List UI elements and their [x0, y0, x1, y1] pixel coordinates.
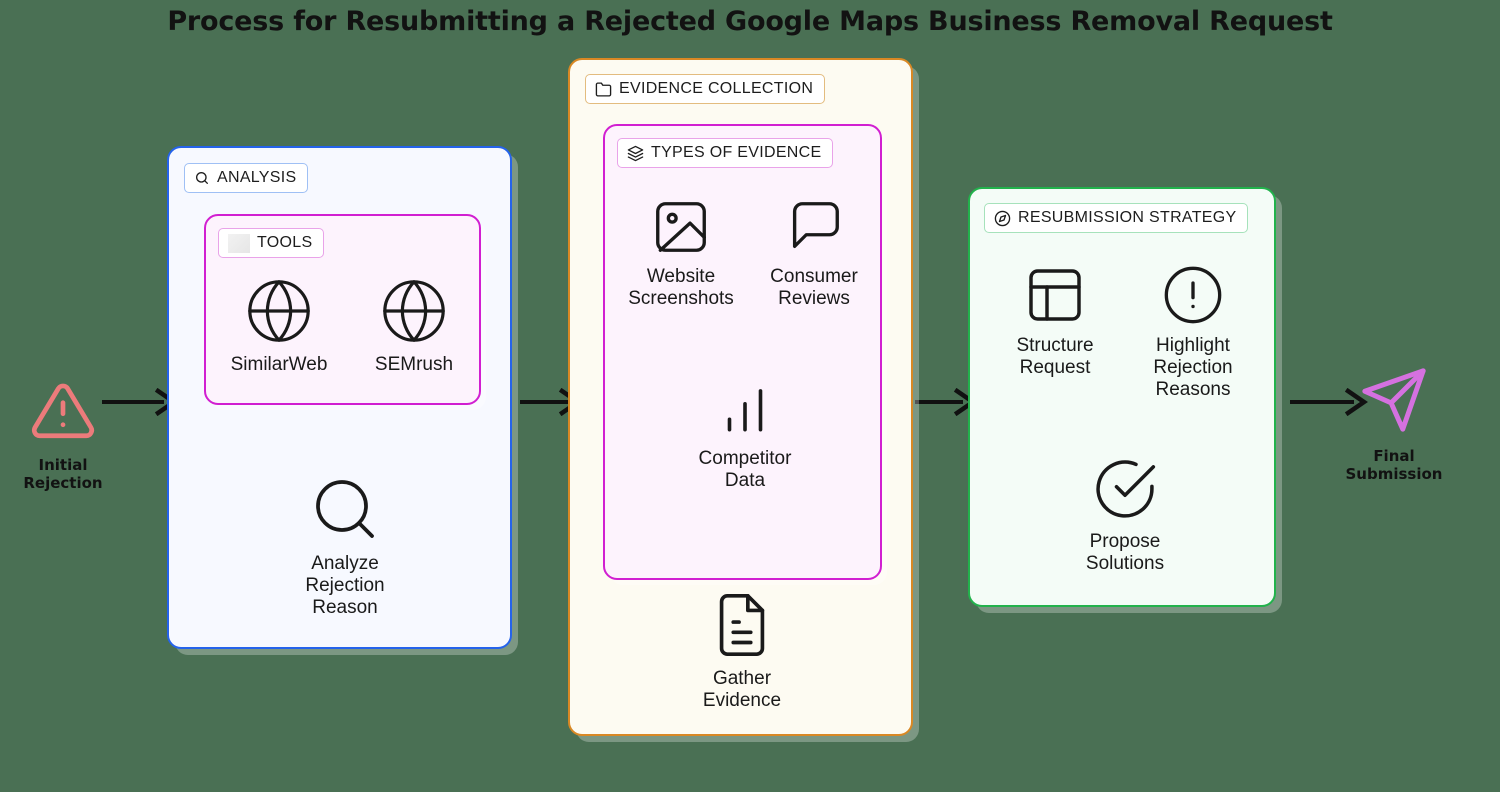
file-document-icon: [707, 590, 777, 660]
compass-icon: [994, 210, 1011, 227]
node-label: Propose Solutions: [1085, 531, 1165, 575]
send-paper-plane-icon: [1359, 365, 1429, 440]
node-label: Structure Request: [1016, 335, 1094, 379]
bar-chart-icon: [712, 378, 778, 440]
node-label: Initial Rejection: [23, 456, 103, 492]
node-final-submission[interactable]: Final Submission: [1338, 365, 1450, 483]
node-label: Competitor Data: [698, 448, 792, 492]
message-square-icon: [781, 196, 847, 258]
node-highlight-rejection-reasons[interactable]: Highlight Rejection Reasons: [1125, 263, 1261, 402]
node-label: SimilarWeb: [230, 354, 328, 375]
node-consumer-reviews[interactable]: Consumer Reviews: [751, 196, 877, 310]
panel-chip-tools: TOOLS: [218, 228, 325, 258]
check-circle-icon: [1091, 455, 1159, 523]
node-website-screenshots[interactable]: Website Screenshots: [615, 196, 747, 310]
globe-icon: [244, 276, 314, 346]
node-label: Highlight Rejection Reasons: [1153, 335, 1233, 401]
node-label: Analyze Rejection Reason: [305, 553, 385, 619]
panel-tools[interactable]: TOOLS SimilarWeb SEMrush: [204, 214, 481, 405]
node-label: Website Screenshots: [628, 266, 734, 310]
search-icon: [309, 473, 381, 545]
panel-chip-resubmission-strategy: RESUBMISSION STRATEGY: [984, 203, 1249, 233]
node-competitor-data[interactable]: Competitor Data: [681, 378, 809, 492]
panel-resubmission-strategy[interactable]: RESUBMISSION STRATEGY Structure Request: [968, 187, 1276, 607]
node-initial-rejection[interactable]: Initial Rejection: [8, 378, 118, 492]
panel-chip-label: RESUBMISSION STRATEGY: [1018, 209, 1237, 226]
panel-evidence-collection[interactable]: EVIDENCE COLLECTION TYPES OF EVIDENCE We…: [568, 58, 913, 736]
globe-icon: [379, 276, 449, 346]
page-title: Process for Resubmitting a Rejected Goog…: [167, 6, 1333, 37]
panel-chip-types-of-evidence: TYPES OF EVIDENCE: [617, 138, 834, 168]
image-icon: [648, 196, 714, 258]
layout-icon: [1023, 263, 1087, 327]
node-label: Final Submission: [1345, 447, 1443, 483]
layers-icon: [627, 145, 644, 162]
alert-triangle-icon: [27, 378, 99, 449]
node-propose-solutions[interactable]: Propose Solutions: [1058, 455, 1192, 575]
node-semrush[interactable]: SEMrush: [353, 276, 475, 376]
panel-chip-evidence-collection: EVIDENCE COLLECTION: [585, 74, 826, 104]
node-analyze-rejection-reason[interactable]: Analyze Rejection Reason: [275, 473, 415, 620]
alert-circle-icon: [1161, 263, 1225, 327]
panel-types-of-evidence[interactable]: TYPES OF EVIDENCE Website Screenshots Co…: [603, 124, 882, 580]
panel-analysis[interactable]: ANALYSIS TOOLS SimilarWeb SEMrush Analyz…: [167, 146, 512, 649]
panel-chip-label: EVIDENCE COLLECTION: [619, 80, 814, 97]
node-gather-evidence[interactable]: Gather Evidence: [677, 590, 807, 712]
panel-chip-label: ANALYSIS: [217, 169, 297, 186]
node-label: SEMrush: [374, 354, 454, 375]
panel-chip-analysis: ANALYSIS: [184, 163, 309, 193]
panel-chip-label: TYPES OF EVIDENCE: [651, 144, 822, 161]
node-structure-request[interactable]: Structure Request: [988, 263, 1122, 379]
node-label: Consumer Reviews: [770, 266, 858, 310]
node-similarweb[interactable]: SimilarWeb: [216, 276, 342, 376]
node-label: Gather Evidence: [702, 668, 782, 712]
diagram-canvas: Process for Resubmitting a Rejected Goog…: [0, 0, 1500, 792]
blank-icon: [228, 233, 250, 253]
folder-icon: [595, 81, 612, 98]
search-icon: [194, 170, 210, 186]
panel-chip-label: TOOLS: [257, 234, 313, 251]
